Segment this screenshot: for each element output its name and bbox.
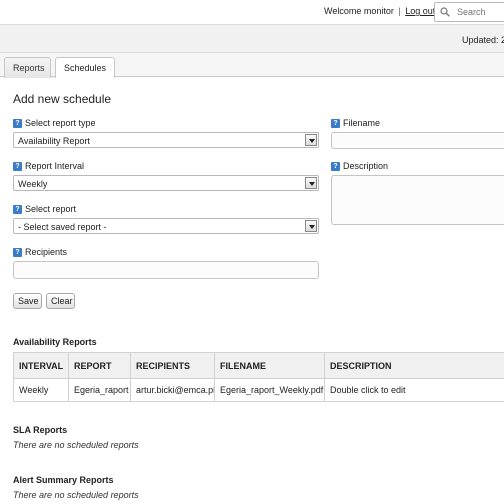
interval-value: Weekly — [18, 179, 48, 189]
report-type-label: ? Select report type — [13, 118, 96, 128]
saved-report-value: - Select saved report - — [18, 222, 107, 232]
help-icon[interactable]: ? — [331, 118, 340, 128]
filename-field[interactable] — [331, 132, 504, 149]
updated-timestamp: Updated: 2 — [462, 35, 504, 45]
logout-link[interactable]: Log out — [405, 6, 435, 16]
cell-filename[interactable]: Egeria_raport_Weekly.pdf — [214, 378, 325, 402]
search-icon — [440, 7, 450, 17]
help-icon[interactable]: ? — [13, 161, 22, 171]
welcome-area: Welcome monitor | Log out — [324, 6, 435, 16]
search-input[interactable] — [457, 5, 504, 19]
alert-summary-section-title: Alert Summary Reports — [13, 475, 114, 485]
description-label: ? Description — [331, 161, 388, 171]
search-box[interactable] — [434, 2, 504, 22]
cell-recipients[interactable]: artur.bicki@emca.pl — [130, 378, 215, 402]
tab-bar: Reports Schedules — [0, 53, 504, 78]
interval-label: ? Report Interval — [13, 161, 84, 171]
availability-table: INTERVAL REPORT RECIPIENTS FILENAME DESC… — [13, 352, 504, 402]
status-bar: Updated: 2 — [0, 25, 504, 53]
tab-schedules[interactable]: Schedules — [55, 57, 115, 78]
description-field[interactable] — [331, 175, 504, 225]
report-type-value: Availability Report — [18, 136, 90, 146]
help-icon[interactable]: ? — [13, 247, 22, 257]
availability-section-title: Availability Reports — [13, 337, 97, 347]
recipients-label-text: Recipients — [25, 247, 68, 257]
filename-label-text: Filename — [343, 118, 381, 128]
table-row[interactable]: Weekly Egeria_raport artur.bicki@emca.pl… — [13, 378, 504, 402]
cell-description[interactable]: Double click to edit — [324, 378, 504, 402]
cell-report[interactable]: Egeria_raport — [68, 378, 131, 402]
chevron-down-icon[interactable] — [305, 134, 317, 146]
save-button[interactable]: Save — [13, 293, 42, 309]
column-header-filename[interactable]: FILENAME — [214, 352, 325, 379]
page-title: Add new schedule — [13, 92, 112, 106]
clear-button[interactable]: Clear — [46, 293, 75, 309]
recipients-field[interactable] — [13, 261, 319, 279]
table-header-row: INTERVAL REPORT RECIPIENTS FILENAME DESC… — [13, 352, 504, 379]
header-separator: | — [398, 6, 401, 16]
help-icon[interactable]: ? — [13, 118, 22, 128]
saved-report-label: ? Select report — [13, 204, 76, 214]
welcome-text: Welcome monitor — [324, 6, 394, 16]
saved-report-select[interactable]: - Select saved report - — [13, 218, 319, 234]
report-type-label-text: Select report type — [25, 118, 96, 128]
saved-report-label-text: Select report — [25, 204, 77, 214]
filename-label: ? Filename — [331, 118, 380, 128]
column-header-interval[interactable]: INTERVAL — [13, 352, 69, 379]
sla-section-title: SLA Reports — [13, 425, 68, 435]
interval-select[interactable]: Weekly — [13, 175, 319, 191]
chevron-down-icon[interactable] — [305, 220, 317, 232]
chevron-down-icon[interactable] — [305, 177, 317, 189]
recipients-label: ? Recipients — [13, 247, 67, 257]
interval-label-text: Report Interval — [25, 161, 85, 171]
column-header-description[interactable]: DESCRIPTION — [324, 352, 504, 379]
cell-interval[interactable]: Weekly — [13, 378, 69, 402]
description-label-text: Description — [343, 161, 389, 171]
top-header: Welcome monitor | Log out — [0, 0, 504, 25]
help-icon[interactable]: ? — [13, 204, 22, 214]
report-type-select[interactable]: Availability Report — [13, 132, 319, 148]
column-header-report[interactable]: REPORT — [68, 352, 131, 379]
column-header-recipients[interactable]: RECIPIENTS — [130, 352, 215, 379]
sla-empty-message: There are no scheduled reports — [13, 440, 139, 450]
tab-reports[interactable]: Reports — [4, 57, 51, 78]
alert-summary-empty-message: There are no scheduled reports — [13, 490, 139, 500]
help-icon[interactable]: ? — [331, 161, 340, 171]
